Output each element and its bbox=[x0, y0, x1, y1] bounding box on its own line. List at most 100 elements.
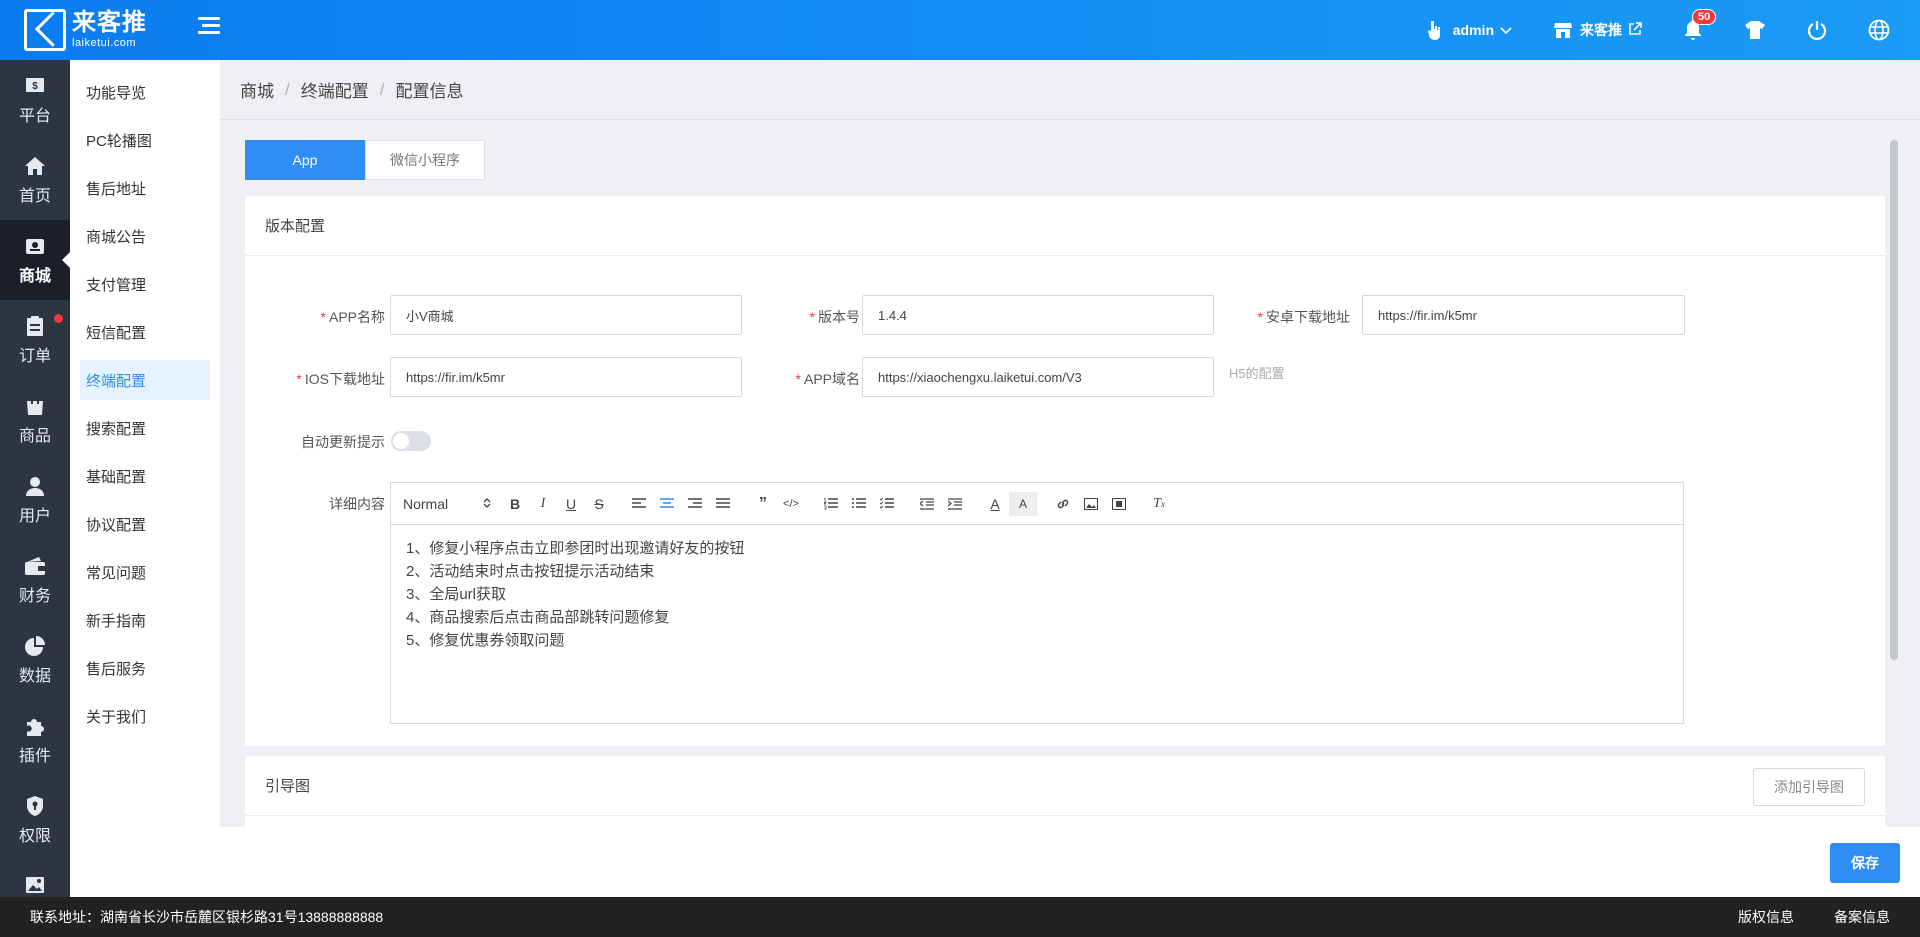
underline-icon[interactable]: U bbox=[557, 492, 585, 516]
nav-home[interactable]: 首页 bbox=[0, 140, 70, 220]
content-line: 2、活动结束时点击按钮提示活动结束 bbox=[406, 563, 655, 580]
sub-item-agreement[interactable]: 协议配置 bbox=[80, 504, 210, 544]
store-link[interactable]: 来客推 bbox=[1552, 19, 1642, 41]
copyright-link[interactable]: 版权信息 bbox=[1738, 907, 1794, 927]
save-button[interactable]: 保存 bbox=[1830, 843, 1900, 883]
tab-wechat-miniprogram[interactable]: 微信小程序 bbox=[365, 140, 485, 180]
nav-platform[interactable]: $ 平台 bbox=[0, 60, 70, 140]
clear-format-icon[interactable]: Tx bbox=[1145, 492, 1173, 516]
shield-icon bbox=[24, 795, 46, 817]
domain-hint: H5的配置 bbox=[1229, 366, 1285, 381]
editor-content[interactable]: 1、修复小程序点击立即参团时出现邀请好友的按钮 2、活动结束时点击按钮提示活动结… bbox=[391, 525, 1683, 664]
plugin-icon bbox=[24, 715, 46, 737]
language-button[interactable] bbox=[1868, 19, 1890, 41]
nav-plugin[interactable]: 插件 bbox=[0, 700, 70, 780]
tab-app[interactable]: App bbox=[245, 140, 365, 180]
align-center-icon[interactable] bbox=[653, 492, 681, 516]
align-right-icon[interactable] bbox=[681, 492, 709, 516]
nav-order[interactable]: 订单 bbox=[0, 300, 70, 380]
nav-label: 首页 bbox=[18, 187, 51, 205]
android-url-input[interactable]: https://fir.im/k5mr bbox=[1362, 295, 1685, 335]
platform-icon: $ bbox=[24, 75, 46, 97]
breadcrumb: 商城 / 终端配置 / 配置信息 bbox=[220, 60, 1920, 120]
nav-finance[interactable]: 财务 bbox=[0, 540, 70, 620]
sub-item-feature-guide[interactable]: 功能导览 bbox=[80, 72, 210, 112]
sub-item-newbie-guide[interactable]: 新手指南 bbox=[80, 600, 210, 640]
notifications-button[interactable]: 50 bbox=[1682, 9, 1717, 41]
nav-user[interactable]: 用户 bbox=[0, 460, 70, 540]
link-icon[interactable] bbox=[1049, 492, 1077, 516]
logo-name: 来客推 bbox=[72, 9, 147, 36]
ios-url-label: * IOS下载地址 bbox=[296, 371, 385, 387]
sub-item-basic[interactable]: 基础配置 bbox=[80, 456, 210, 496]
nav-goods[interactable]: 商品 bbox=[0, 380, 70, 460]
add-guide-image-button[interactable]: 添加引导图 bbox=[1753, 768, 1865, 806]
logo[interactable]: 来客推 laiketui.com bbox=[24, 8, 154, 52]
auto-update-label: 自动更新提示 bbox=[301, 434, 385, 450]
order-alert-dot bbox=[54, 314, 63, 323]
indent-icon[interactable] bbox=[941, 492, 969, 516]
checklist-icon[interactable] bbox=[873, 492, 901, 516]
breadcrumb-item[interactable]: 终端配置 bbox=[301, 77, 369, 102]
ios-url-input[interactable]: https://fir.im/k5mr bbox=[390, 357, 742, 397]
contact-address: 联系地址：湖南省长沙市岳麓区银杉路31号13888888888 bbox=[30, 909, 384, 925]
content-line: 4、商品搜索后点击商品部跳转问题修复 bbox=[406, 609, 670, 626]
video-insert-icon[interactable] bbox=[1105, 492, 1133, 516]
app-name-input[interactable]: 小V商城 bbox=[390, 295, 742, 335]
align-left-icon[interactable] bbox=[625, 492, 653, 516]
sub-item-aftersale-address[interactable]: 售后地址 bbox=[80, 168, 210, 208]
auto-update-toggle[interactable] bbox=[391, 431, 431, 451]
sub-item-search[interactable]: 搜索配置 bbox=[80, 408, 210, 448]
breadcrumb-item[interactable]: 商城 bbox=[240, 77, 274, 102]
card-title: 版本配置 bbox=[245, 196, 1885, 256]
editor-toolbar: Normal B I U S ” </> A A Tx bbox=[391, 483, 1683, 525]
nav-mall[interactable]: 商城 bbox=[0, 220, 70, 300]
sub-item-payment[interactable]: 支付管理 bbox=[80, 264, 210, 304]
align-justify-icon[interactable] bbox=[709, 492, 737, 516]
sub-item-announcement[interactable]: 商城公告 bbox=[80, 216, 210, 256]
format-select[interactable]: Normal bbox=[403, 492, 491, 516]
app-name-label: * APP名称 bbox=[320, 309, 385, 325]
version-input[interactable]: 1.4.4 bbox=[862, 295, 1214, 335]
user-menu[interactable]: admin bbox=[1423, 19, 1512, 41]
select-arrows-icon bbox=[483, 496, 491, 512]
menu-toggle-icon[interactable] bbox=[198, 17, 220, 37]
image-insert-icon[interactable] bbox=[1077, 492, 1105, 516]
background-color-icon[interactable]: A bbox=[1009, 491, 1037, 516]
italic-icon[interactable]: I bbox=[529, 492, 557, 516]
app-domain-input[interactable]: https://xiaochengxu.laiketui.com/V3 bbox=[862, 357, 1214, 397]
page-footer: 联系地址：湖南省长沙市岳麓区银杉路31号13888888888 版权信息 备案信… bbox=[0, 897, 1920, 937]
strikethrough-icon[interactable]: S bbox=[585, 492, 613, 516]
sub-item-faq[interactable]: 常见问题 bbox=[80, 552, 210, 592]
nav-label: 财务 bbox=[18, 587, 51, 605]
nav-permission[interactable]: 权限 bbox=[0, 780, 70, 860]
nav-label: 商城 bbox=[18, 267, 51, 285]
font-color-icon[interactable]: A bbox=[981, 492, 1009, 516]
nav-label: 数据 bbox=[18, 667, 51, 685]
nav-data[interactable]: 数据 bbox=[0, 620, 70, 700]
order-icon bbox=[24, 315, 46, 337]
code-icon[interactable]: </> bbox=[777, 492, 805, 516]
theme-button[interactable] bbox=[1744, 19, 1766, 41]
record-link[interactable]: 备案信息 bbox=[1834, 907, 1890, 927]
logout-button[interactable] bbox=[1806, 19, 1828, 41]
sub-item-aftersale-service[interactable]: 售后服务 bbox=[80, 648, 210, 688]
sub-item-pc-carousel[interactable]: PC轮播图 bbox=[80, 120, 210, 160]
logo-domain: laiketui.com bbox=[72, 37, 137, 49]
sub-item-sms[interactable]: 短信配置 bbox=[80, 312, 210, 352]
breadcrumb-separator: / bbox=[285, 79, 290, 99]
ordered-list-icon[interactable] bbox=[817, 492, 845, 516]
outdent-icon[interactable] bbox=[913, 492, 941, 516]
nav-label: 用户 bbox=[18, 507, 51, 525]
android-url-label: * 安卓下载地址 bbox=[1257, 309, 1350, 325]
chart-icon bbox=[24, 635, 46, 657]
sub-item-terminal[interactable]: 终端配置 bbox=[80, 360, 210, 400]
scrollbar[interactable] bbox=[1890, 140, 1898, 660]
nav-label: 插件 bbox=[18, 747, 51, 765]
save-bar: 保存 bbox=[220, 827, 1920, 897]
sub-item-about[interactable]: 关于我们 bbox=[80, 696, 210, 736]
bullet-list-icon[interactable] bbox=[845, 492, 873, 516]
blockquote-icon[interactable]: ” bbox=[749, 492, 777, 516]
bold-icon[interactable]: B bbox=[501, 492, 529, 516]
platform-tabs: App 微信小程序 bbox=[245, 140, 485, 180]
